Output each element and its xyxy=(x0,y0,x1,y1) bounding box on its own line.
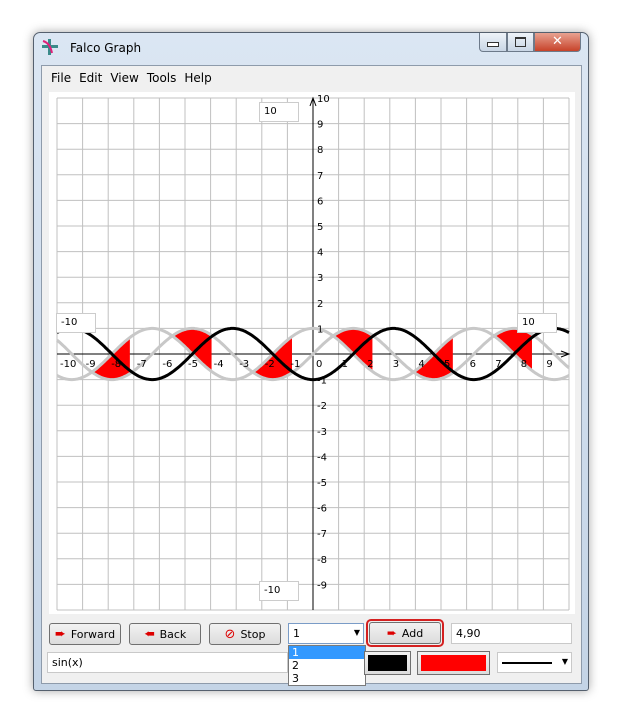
window-title: Falco Graph xyxy=(70,41,142,55)
y-min-input[interactable]: -10 xyxy=(259,581,299,601)
x-tick-label: -8 xyxy=(111,359,121,370)
x-tick-label: -5 xyxy=(188,359,198,370)
menu-file[interactable]: File xyxy=(47,69,75,87)
y-tick-label: 5 xyxy=(317,222,323,233)
x-tick-label: 5 xyxy=(444,359,450,370)
coordinates-field[interactable]: 4,90 xyxy=(451,623,572,644)
forward-label: Forward xyxy=(70,627,116,641)
y-tick-label: -2 xyxy=(317,401,327,412)
menu-tools[interactable]: Tools xyxy=(143,69,181,87)
y-tick-label: -9 xyxy=(317,580,327,591)
dropdown-option[interactable]: 2 xyxy=(289,659,365,672)
y-tick-label: 4 xyxy=(317,248,323,259)
add-label: Add xyxy=(401,626,424,640)
y-max-input[interactable]: 10 xyxy=(259,102,299,122)
x-tick-label: 1 xyxy=(342,359,348,370)
x-tick-label: 4 xyxy=(418,359,424,370)
y-tick-label: -5 xyxy=(317,478,327,489)
fill-color-button[interactable] xyxy=(417,651,490,675)
close-icon: ✕ xyxy=(552,34,563,49)
y-tick-label: 7 xyxy=(317,171,323,182)
line-color-swatch xyxy=(368,655,407,671)
close-button[interactable]: ✕ xyxy=(534,33,581,52)
stop-icon: ⊘ xyxy=(224,626,236,642)
x-tick-label: 8 xyxy=(521,359,527,370)
chevron-down-icon: ▼ xyxy=(561,657,568,666)
fill-color-swatch xyxy=(421,655,486,671)
x-tick-label: -2 xyxy=(265,359,275,370)
menu-edit[interactable]: Edit xyxy=(75,69,106,87)
function-input[interactable]: sin(x) xyxy=(47,652,288,673)
arrow-right-icon: ➨ xyxy=(54,626,66,642)
line-color-button[interactable] xyxy=(364,651,411,675)
menu-help[interactable]: Help xyxy=(180,69,215,87)
menu-view[interactable]: View xyxy=(106,69,142,87)
app-window: Falco Graph ✕ File Edit View Tools Help … xyxy=(33,32,589,691)
graph-canvas[interactable]: -10 -9 -8 -7 -6 -5 -4 -3 -2 -1 0 1 2 3 4 5 6 7 8 9109876543… xyxy=(49,92,575,614)
x-tick-label: -7 xyxy=(137,359,147,370)
y-tick-label: -8 xyxy=(317,555,327,566)
back-label: Back xyxy=(159,627,187,641)
x-tick-label: -4 xyxy=(214,359,224,370)
stop-label: Stop xyxy=(240,627,266,641)
y-tick-label: 8 xyxy=(317,145,323,156)
x-tick-label: 7 xyxy=(495,359,501,370)
x-min-input[interactable]: -10 xyxy=(56,313,96,333)
x-tick-label: -1 xyxy=(290,359,300,370)
add-document-icon: ➨ xyxy=(386,626,397,640)
dropdown-option[interactable]: 1 xyxy=(289,646,365,659)
y-tick-label: -7 xyxy=(317,529,327,540)
y-tick-label: 3 xyxy=(317,273,323,284)
client-area: File Edit View Tools Help -10 -9 -8 -7 -6 -5-… xyxy=(41,65,582,684)
app-logo-icon xyxy=(42,39,58,55)
index-select[interactable]: 1 ▼ xyxy=(288,623,364,644)
y-tick-label: -3 xyxy=(317,427,327,438)
index-select-value: 1 xyxy=(293,627,300,640)
dropdown-option[interactable]: 3 xyxy=(289,672,365,685)
minimize-icon xyxy=(487,42,499,47)
y-tick-label: -6 xyxy=(317,504,327,515)
x-tick-label: 9 xyxy=(546,359,552,370)
maximize-button[interactable] xyxy=(507,33,534,52)
y-tick-label: 2 xyxy=(317,299,323,310)
forward-button[interactable]: ➨ Forward xyxy=(49,623,121,645)
x-tick-label: 3 xyxy=(393,359,399,370)
arrow-left-icon: ➨ xyxy=(143,626,155,642)
y-tick-label: 1 xyxy=(317,324,323,335)
x-tick-label: 0 xyxy=(316,359,322,370)
add-button[interactable]: ➨ Add xyxy=(369,622,441,644)
x-tick-label: -9 xyxy=(86,359,96,370)
x-tick-label: 6 xyxy=(470,359,476,370)
stop-button[interactable]: ⊘ Stop xyxy=(209,623,281,645)
x-tick-label: 2 xyxy=(367,359,373,370)
y-tick-label: 6 xyxy=(317,196,323,207)
line-style-select[interactable]: ▼ xyxy=(497,652,572,673)
menu-bar: File Edit View Tools Help xyxy=(47,69,216,87)
index-dropdown-list: 1 2 3 xyxy=(288,645,366,686)
maximize-icon xyxy=(515,37,526,47)
x-tick-label: -10 xyxy=(60,359,76,370)
back-button[interactable]: ➨ Back xyxy=(129,623,201,645)
x-max-input[interactable]: 10 xyxy=(517,313,557,333)
chevron-down-icon: ▼ xyxy=(353,628,360,637)
line-style-preview xyxy=(502,662,552,664)
y-tick-label: -4 xyxy=(317,452,327,463)
y-tick-label: 10 xyxy=(317,94,330,105)
minimize-button[interactable] xyxy=(479,33,507,52)
graph-panel[interactable]: -10 -9 -8 -7 -6 -5 -4 -3 -2 -1 0 1 2 3 4 5 6 7 8 9 10 9 8 7 6 5 4 3… xyxy=(49,92,575,614)
x-tick-label: -3 xyxy=(239,359,249,370)
y-tick-label: 9 xyxy=(317,120,323,131)
x-tick-label: -6 xyxy=(162,359,172,370)
y-tick-label: -1 xyxy=(317,376,327,387)
